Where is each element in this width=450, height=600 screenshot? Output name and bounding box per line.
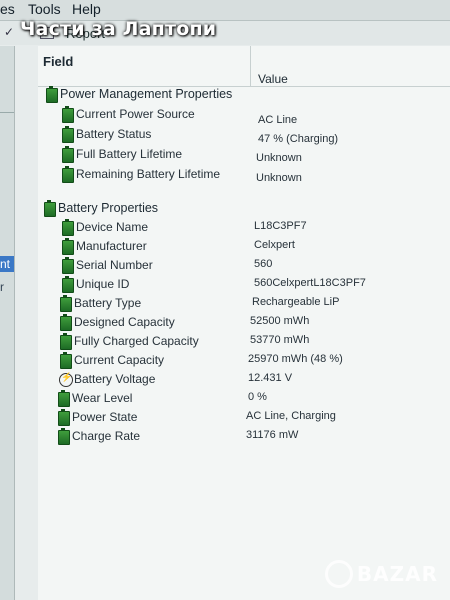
list-item[interactable]: Battery Voltage 12.431 V <box>38 371 450 389</box>
battery-icon <box>62 166 74 183</box>
field-value: 560 <box>254 258 273 270</box>
field-label: Full Battery Lifetime <box>76 147 183 161</box>
menu-item-tools[interactable]: Tools <box>28 1 61 17</box>
field-label: Battery Voltage <box>74 372 156 386</box>
field-value: Celxpert <box>254 239 295 251</box>
list-item[interactable]: Power State AC Line, Charging <box>38 409 450 427</box>
field-value: Rechargeable LiP <box>252 296 340 308</box>
menu-item-help[interactable]: Help <box>72 1 101 17</box>
field-value: 53770 mWh <box>250 334 310 346</box>
section-title: Battery Properties <box>58 201 159 215</box>
battery-icon <box>58 409 70 426</box>
field-value: AC Line <box>258 114 298 126</box>
graph-icon[interactable]: ✓ <box>2 25 16 39</box>
battery-icon <box>62 276 74 293</box>
battery-icon <box>60 314 72 331</box>
list-item[interactable]: Serial Number 560 <box>38 257 450 275</box>
battery-icon <box>62 219 74 236</box>
field-label: Wear Level <box>72 391 133 405</box>
list-item[interactable]: Full Battery Lifetime Unknown <box>38 146 450 164</box>
battery-icon <box>62 106 74 123</box>
field-value: AC Line, Charging <box>246 410 336 422</box>
field-label: Device Name <box>76 220 149 234</box>
field-label: Manufacturer <box>76 239 147 253</box>
list-item[interactable]: Remaining Battery Lifetime Unknown <box>38 166 450 184</box>
field-value: 560CelxpertL18C3PF7 <box>254 277 366 289</box>
watermark-logo-icon <box>325 560 353 588</box>
field-label: Charge Rate <box>72 429 141 443</box>
field-value: 0 % <box>248 391 267 403</box>
section-power-management: Power Management Properties <box>38 86 450 104</box>
list-item[interactable]: Unique ID 560CelxpertL18C3PF7 <box>38 276 450 294</box>
field-value: L18C3PF7 <box>254 220 307 232</box>
field-label: Serial Number <box>76 258 153 272</box>
section-title: Power Management Properties <box>60 87 233 101</box>
overlay-title: Части за Лаптопи <box>20 18 217 40</box>
field-value: Unknown <box>256 152 302 164</box>
section-battery-properties: Battery Properties <box>38 200 450 218</box>
tree-divider <box>0 112 14 113</box>
list-item[interactable]: Current Power Source AC Line <box>38 106 450 126</box>
list-item[interactable]: Device Name L18C3PF7 <box>38 219 450 237</box>
list-item[interactable]: Wear Level 0 % <box>38 390 450 408</box>
field-value: 31176 mW <box>246 429 299 441</box>
battery-icon <box>62 257 74 274</box>
column-header: Field Value <box>38 46 450 87</box>
field-label: Current Power Source <box>76 107 195 121</box>
column-value-header[interactable]: Value <box>258 72 288 86</box>
field-label: Fully Charged Capacity <box>74 334 199 348</box>
list-item[interactable]: Current Capacity 25970 mWh (48 %) <box>38 352 450 370</box>
field-value: Unknown <box>256 172 302 184</box>
left-tree-pane[interactable]: nt r <box>0 46 15 600</box>
battery-icon <box>46 86 58 103</box>
field-label: Current Capacity <box>74 353 165 367</box>
field-label: Unique ID <box>76 277 130 291</box>
column-field-header[interactable]: Field <box>43 54 73 69</box>
field-label: Designed Capacity <box>74 315 175 329</box>
field-value: 25970 mWh (48 %) <box>248 353 343 365</box>
voltage-icon <box>59 372 73 387</box>
field-label: Power State <box>72 410 138 424</box>
menu-item-favorites[interactable]: es <box>0 1 15 17</box>
field-value: 47 % (Charging) <box>258 133 339 145</box>
battery-icon <box>58 390 70 407</box>
watermark: BAZAR <box>356 562 438 586</box>
field-label: Battery Type <box>74 296 142 310</box>
battery-icon <box>44 200 56 217</box>
battery-icon <box>62 238 74 255</box>
list-item[interactable]: Designed Capacity 52500 mWh <box>38 314 450 332</box>
list-item[interactable]: Fully Charged Capacity 53770 mWh <box>38 333 450 351</box>
column-separator[interactable] <box>250 46 251 86</box>
tree-item[interactable]: r <box>0 280 4 294</box>
battery-icon <box>62 146 74 163</box>
battery-icon <box>60 333 72 350</box>
tree-selected-item[interactable]: nt <box>0 256 14 272</box>
details-pane: Field Value Power Management Properties … <box>38 46 450 600</box>
field-value: 12.431 V <box>248 372 293 384</box>
battery-icon <box>60 352 72 369</box>
field-value: 52500 mWh <box>250 315 310 327</box>
field-label: Remaining Battery Lifetime <box>76 167 221 181</box>
battery-icon <box>58 428 70 445</box>
list-item[interactable]: Battery Type Rechargeable LiP <box>38 295 450 313</box>
list-item[interactable]: Battery Status 47 % (Charging) <box>38 126 450 145</box>
battery-icon <box>60 295 72 312</box>
list-item[interactable]: Manufacturer Celxpert <box>38 238 450 256</box>
battery-icon <box>62 126 74 143</box>
field-label: Battery Status <box>76 127 152 141</box>
list-item[interactable]: Charge Rate 31176 mW <box>38 428 450 446</box>
